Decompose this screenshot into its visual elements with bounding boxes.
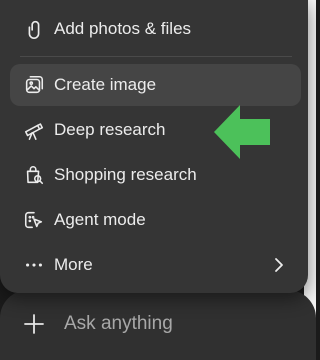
menu-item-more[interactable]: More	[10, 244, 301, 286]
plus-icon	[22, 312, 46, 336]
menu-item-add-photos-files[interactable]: Add photos & files	[10, 8, 301, 50]
telescope-icon	[22, 118, 46, 142]
menu-item-label: Deep research	[54, 120, 166, 139]
menu-divider	[20, 56, 292, 57]
paperclip-icon	[22, 17, 46, 41]
menu-item-label: Agent mode	[54, 210, 146, 229]
chevron-right-icon	[269, 255, 289, 275]
menu-item-label: More	[54, 255, 93, 274]
menu-item-agent-mode[interactable]: Agent mode	[10, 199, 301, 241]
arrow-left-icon	[212, 103, 274, 161]
menu-item-label: Shopping research	[54, 165, 197, 184]
menu-item-label: Add photos & files	[54, 19, 192, 38]
chat-input[interactable]	[64, 310, 284, 338]
menu-item-create-image[interactable]: Create image	[10, 64, 301, 106]
add-attachment-button[interactable]	[20, 310, 48, 338]
shopping-bag-search-icon	[22, 163, 46, 187]
agent-cursor-icon	[22, 208, 46, 232]
ellipsis-icon	[22, 253, 46, 277]
menu-item-label: Create image	[54, 75, 157, 94]
image-create-icon	[22, 73, 46, 97]
